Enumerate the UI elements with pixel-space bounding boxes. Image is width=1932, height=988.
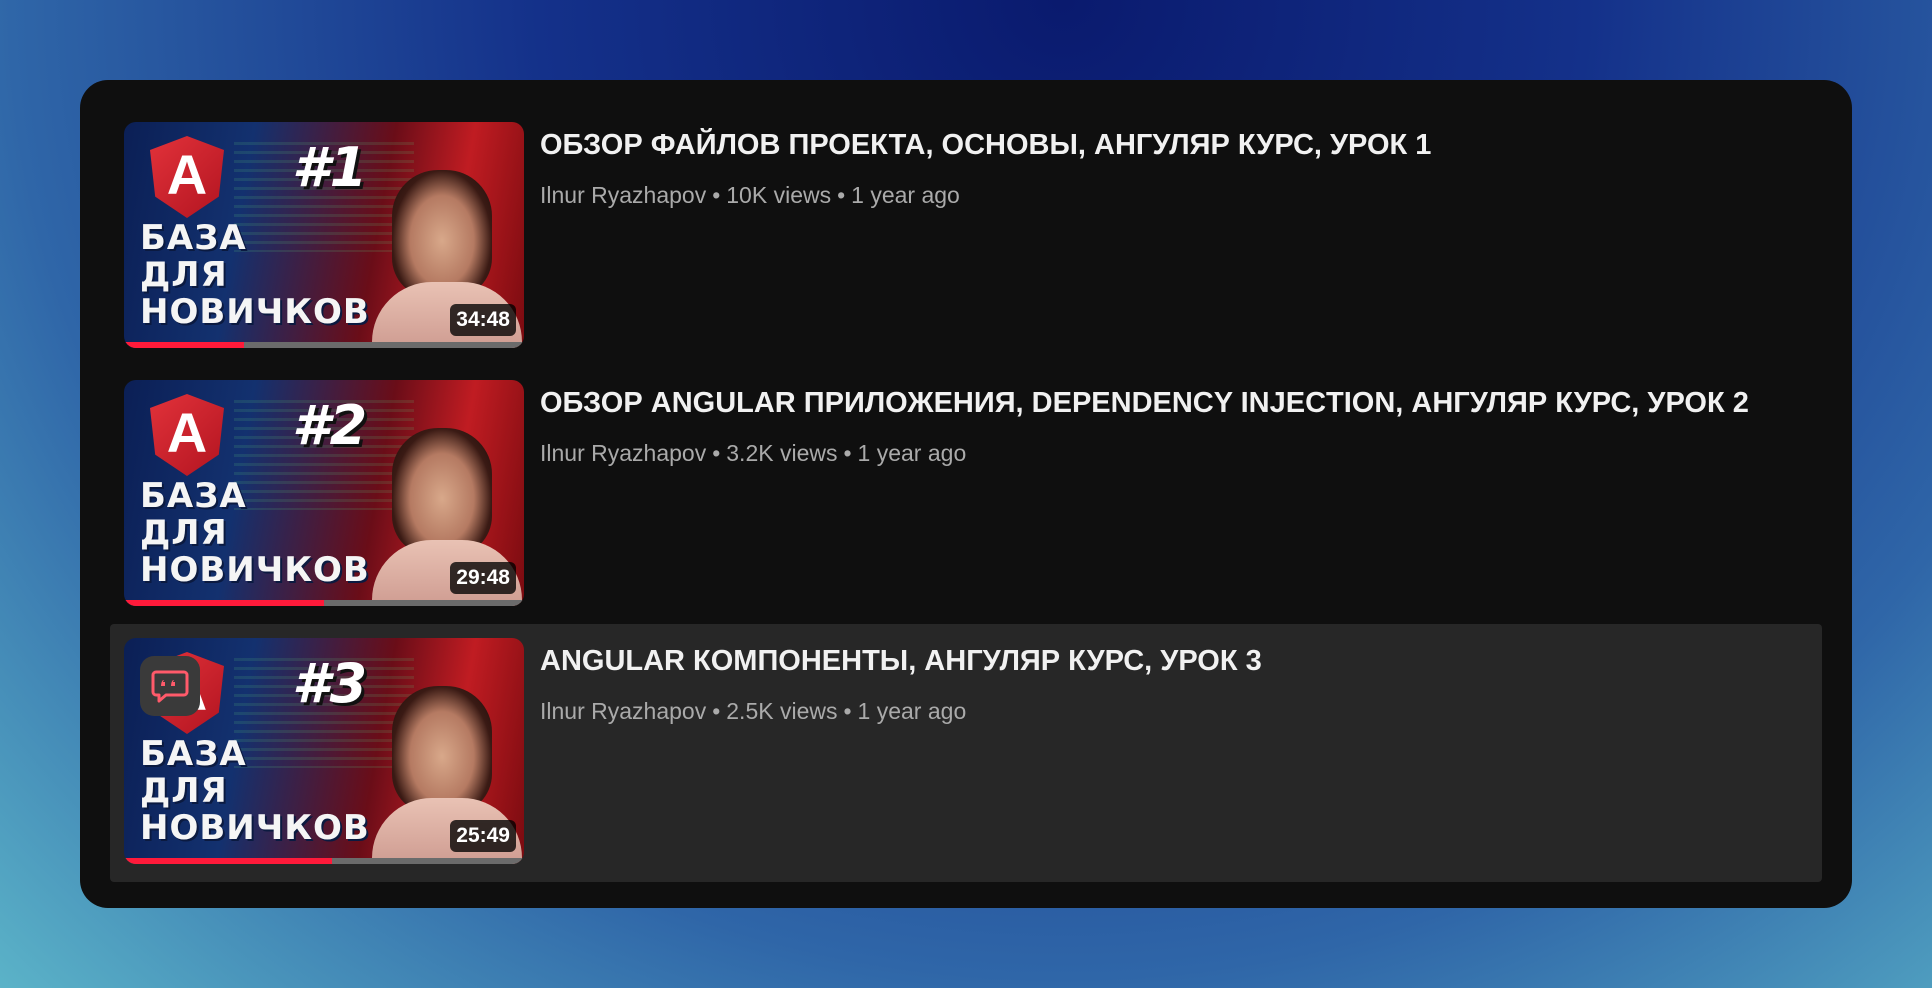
video-list-card: A #1 БАЗА ДЛЯ НОВИЧКОВ 34:48 ОБЗОР ФАЙЛО… [80,80,1852,908]
video-info: ANGULAR КОМПОНЕНТЫ, АНГУЛЯР КУРС, УРОК 3… [540,638,1262,882]
video-meta: Ilnur Ryazhapov • 10K views • 1 year ago [540,182,1431,209]
watch-progress-fill [124,600,324,606]
watch-progress-bar [124,600,524,606]
video-item-3[interactable]: A #3 БАЗА ДЛЯ НОВИЧКОВ 25:49 ANGULAR КОМ… [110,624,1822,882]
presenter-face [392,170,492,298]
meta-separator: • [843,440,852,466]
video-thumbnail[interactable]: A #1 БАЗА ДЛЯ НОВИЧКОВ 34:48 [124,122,524,348]
video-title[interactable]: ОБЗОР ANGULAR ПРИЛОЖЕНИЯ, DEPENDENCY INJ… [540,386,1749,420]
channel-name[interactable]: Ilnur Ryazhapov [540,698,706,724]
thumbnail-caption: БАЗА ДЛЯ НОВИЧКОВ [140,220,370,331]
presenter-face [392,686,492,814]
meta-separator: • [843,698,852,724]
video-title[interactable]: ОБЗОР ФАЙЛОВ ПРОЕКТА, ОСНОВЫ, АНГУЛЯР КУ… [540,128,1431,162]
meta-separator: • [712,182,721,208]
view-count: 2.5K views [726,698,838,724]
video-thumbnail[interactable]: A #3 БАЗА ДЛЯ НОВИЧКОВ 25:49 [124,638,524,864]
duration-badge: 25:49 [450,820,516,852]
quote-bubble-icon [151,670,189,703]
duration-badge: 29:48 [450,562,516,594]
video-item-1[interactable]: A #1 БАЗА ДЛЯ НОВИЧКОВ 34:48 ОБЗОР ФАЙЛО… [110,108,1822,366]
meta-separator: • [712,440,721,466]
channel-name[interactable]: Ilnur Ryazhapov [540,182,706,208]
thumbnail-caption: БАЗА ДЛЯ НОВИЧКОВ [140,478,370,589]
thumbnail-caption-line: БАЗА [140,734,247,774]
upload-age: 1 year ago [857,698,967,724]
presenter-face [392,428,492,556]
channel-name[interactable]: Ilnur Ryazhapov [540,440,706,466]
thumbnail-caption-line: ДЛЯ [140,771,228,811]
upload-age: 1 year ago [851,182,960,208]
meta-separator: • [837,182,846,208]
thumbnail-caption-line: НОВИЧКОВ [140,292,370,332]
thumbnail-caption-line: БАЗА [140,476,247,516]
thumbnail-caption: БАЗА ДЛЯ НОВИЧКОВ [140,736,370,847]
angular-logo-letter: A [166,143,208,206]
angular-logo-letter: A [166,401,208,464]
video-info: ОБЗОР ANGULAR ПРИЛОЖЕНИЯ, DEPENDENCY INJ… [540,380,1749,624]
video-thumbnail[interactable]: A #2 БАЗА ДЛЯ НОВИЧКОВ 29:48 [124,380,524,606]
upload-age: 1 year ago [857,440,967,466]
thumbnail-episode-number: #3 [292,652,368,715]
thumbnail-caption-line: ДЛЯ [140,255,228,295]
duration-badge: 34:48 [450,304,516,336]
video-item-2[interactable]: A #2 БАЗА ДЛЯ НОВИЧКОВ 29:48 ОБЗОР ANGUL… [110,366,1822,624]
thumbnail-episode-number: #2 [292,394,368,457]
video-info: ОБЗОР ФАЙЛОВ ПРОЕКТА, ОСНОВЫ, АНГУЛЯР КУ… [540,122,1431,366]
watch-progress-bar [124,858,524,864]
video-meta: Ilnur Ryazhapov • 2.5K views • 1 year ago [540,698,1262,725]
quote-button[interactable] [140,656,200,716]
thumbnail-caption-line: НОВИЧКОВ [140,808,370,848]
view-count: 10K views [726,182,832,208]
watch-progress-fill [124,858,332,864]
video-title[interactable]: ANGULAR КОМПОНЕНТЫ, АНГУЛЯР КУРС, УРОК 3 [540,644,1262,678]
thumbnail-episode-number: #1 [292,136,368,199]
thumbnail-caption-line: НОВИЧКОВ [140,550,370,590]
video-meta: Ilnur Ryazhapov • 3.2K views • 1 year ago [540,440,1749,467]
watch-progress-bar [124,342,524,348]
thumbnail-caption-line: ДЛЯ [140,513,228,553]
thumbnail-caption-line: БАЗА [140,218,247,258]
meta-separator: • [712,698,721,724]
watch-progress-fill [124,342,244,348]
view-count: 3.2K views [726,440,838,466]
